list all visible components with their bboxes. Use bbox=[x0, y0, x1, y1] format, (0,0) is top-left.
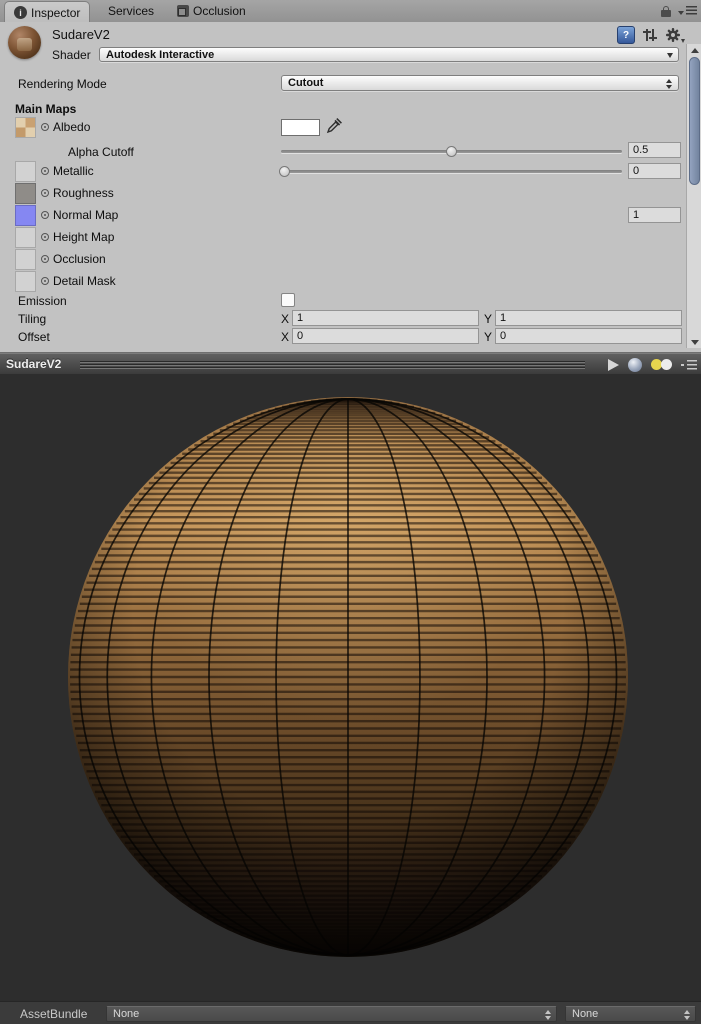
presets-icon[interactable] bbox=[643, 28, 657, 42]
metallic-slider-knob[interactable] bbox=[279, 166, 290, 177]
preview-shape-icon[interactable] bbox=[628, 358, 642, 372]
alpha-cutoff-field[interactable]: 0.5 bbox=[628, 142, 681, 158]
detail-mask-label: Detail Mask bbox=[53, 274, 116, 288]
normal-scale-field[interactable]: 1 bbox=[628, 207, 681, 223]
popup-arrows-icon bbox=[666, 79, 673, 89]
assetbundle-variant-dropdown[interactable]: None bbox=[565, 1006, 696, 1022]
tab-bar: i Inspector Services Occlusion bbox=[0, 0, 701, 23]
info-icon: i bbox=[14, 6, 27, 19]
play-icon[interactable] bbox=[608, 359, 619, 371]
texture-picker-icon[interactable] bbox=[41, 277, 49, 285]
tab-occlusion-label: Occlusion bbox=[193, 4, 246, 18]
assetbundle-variant-value: None bbox=[572, 1008, 598, 1020]
assetbundle-value: None bbox=[113, 1008, 139, 1020]
lock-icon[interactable] bbox=[661, 6, 671, 17]
material-preview-area[interactable] bbox=[0, 374, 701, 1001]
preview-header[interactable]: SudareV2 bbox=[0, 353, 701, 376]
offset-label: Offset bbox=[18, 330, 50, 344]
preview-title: SudareV2 bbox=[6, 357, 61, 371]
popup-arrows-icon bbox=[684, 1010, 691, 1020]
texture-picker-icon[interactable] bbox=[41, 211, 49, 219]
rendering-mode-dropdown[interactable]: Cutout bbox=[281, 75, 679, 91]
roughness-texture-thumbnail[interactable] bbox=[15, 183, 36, 204]
alpha-cutoff-slider[interactable] bbox=[281, 150, 622, 153]
tab-inspector-label: Inspector bbox=[31, 6, 80, 20]
offset-y-field[interactable]: 0 bbox=[495, 328, 682, 344]
tiling-y-field[interactable]: 1 bbox=[495, 310, 682, 326]
rendering-mode-value: Cutout bbox=[288, 77, 323, 89]
metallic-field[interactable]: 0 bbox=[628, 163, 681, 179]
assetbundle-label: AssetBundle bbox=[20, 1007, 87, 1021]
albedo-label: Albedo bbox=[53, 120, 90, 134]
eyedropper-icon[interactable] bbox=[326, 117, 342, 137]
rendering-mode-label: Rendering Mode bbox=[18, 77, 107, 91]
occlusion-texture-thumbnail[interactable] bbox=[15, 249, 36, 270]
preview-sphere bbox=[68, 397, 628, 957]
tab-occlusion[interactable]: Occlusion bbox=[168, 0, 255, 22]
preview-drag-handle[interactable] bbox=[80, 361, 585, 369]
emission-checkbox[interactable] bbox=[281, 293, 295, 307]
roughness-label: Roughness bbox=[53, 186, 114, 200]
unity-inspector-window: i Inspector Services Occlusion SudareV2 … bbox=[0, 0, 701, 1024]
scroll-down-icon[interactable] bbox=[687, 336, 701, 348]
chevron-down-icon bbox=[667, 53, 673, 58]
albedo-color-swatch[interactable] bbox=[281, 119, 320, 136]
assetbundle-dropdown[interactable]: None bbox=[106, 1006, 557, 1022]
tiling-x-label: X bbox=[281, 312, 289, 326]
texture-picker-icon[interactable] bbox=[41, 233, 49, 241]
shader-dropdown[interactable]: Autodesk Interactive bbox=[99, 47, 679, 62]
metallic-slider[interactable] bbox=[281, 170, 622, 173]
tab-services[interactable]: Services bbox=[99, 0, 163, 22]
material-header: SudareV2 ? Shader Autod bbox=[0, 22, 701, 69]
texture-picker-icon[interactable] bbox=[41, 167, 49, 175]
tiling-y-label: Y bbox=[484, 312, 492, 326]
offset-y-label: Y bbox=[484, 330, 492, 344]
alpha-cutoff-slider-knob[interactable] bbox=[446, 146, 457, 157]
normal-map-label: Normal Map bbox=[53, 208, 118, 222]
scrollbar-thumb[interactable] bbox=[689, 57, 700, 185]
material-preview-icon bbox=[8, 26, 41, 59]
window-menu-icon[interactable] bbox=[678, 2, 697, 20]
albedo-texture-thumbnail[interactable] bbox=[15, 117, 36, 138]
material-title: SudareV2 bbox=[52, 27, 110, 42]
tab-services-label: Services bbox=[108, 4, 154, 18]
popup-arrows-icon bbox=[545, 1010, 552, 1020]
offset-x-label: X bbox=[281, 330, 289, 344]
tab-inspector[interactable]: i Inspector bbox=[4, 1, 90, 23]
offset-x-field[interactable]: 0 bbox=[292, 328, 479, 344]
normal-map-texture-thumbnail[interactable] bbox=[15, 205, 36, 226]
emission-label: Emission bbox=[18, 294, 67, 308]
tiling-x-field[interactable]: 1 bbox=[292, 310, 479, 326]
occlusion-label: Occlusion bbox=[53, 252, 106, 266]
scroll-up-icon[interactable] bbox=[687, 44, 701, 56]
texture-picker-icon[interactable] bbox=[41, 255, 49, 263]
shader-dropdown-value: Autodesk Interactive bbox=[106, 49, 214, 61]
metallic-texture-thumbnail[interactable] bbox=[15, 161, 36, 182]
preview-lighting-icon[interactable] bbox=[651, 358, 672, 372]
preview-menu-icon[interactable] bbox=[681, 360, 697, 370]
gear-icon[interactable] bbox=[665, 27, 683, 43]
height-map-label: Height Map bbox=[53, 230, 114, 244]
occlusion-icon bbox=[177, 5, 189, 17]
inspector-scrollbar[interactable] bbox=[686, 44, 701, 348]
detail-mask-texture-thumbnail[interactable] bbox=[15, 271, 36, 292]
texture-picker-icon[interactable] bbox=[41, 123, 49, 131]
texture-picker-icon[interactable] bbox=[41, 189, 49, 197]
shader-label: Shader bbox=[52, 48, 91, 62]
metallic-label: Metallic bbox=[53, 164, 94, 178]
material-properties: Rendering Mode Cutout Main Maps Albedo bbox=[0, 68, 701, 351]
help-icon[interactable]: ? bbox=[617, 26, 635, 44]
assetbundle-bar: AssetBundle None None bbox=[0, 1001, 701, 1024]
main-maps-label: Main Maps bbox=[15, 102, 76, 116]
height-map-texture-thumbnail[interactable] bbox=[15, 227, 36, 248]
alpha-cutoff-label: Alpha Cutoff bbox=[68, 145, 134, 159]
tiling-label: Tiling bbox=[18, 312, 46, 326]
